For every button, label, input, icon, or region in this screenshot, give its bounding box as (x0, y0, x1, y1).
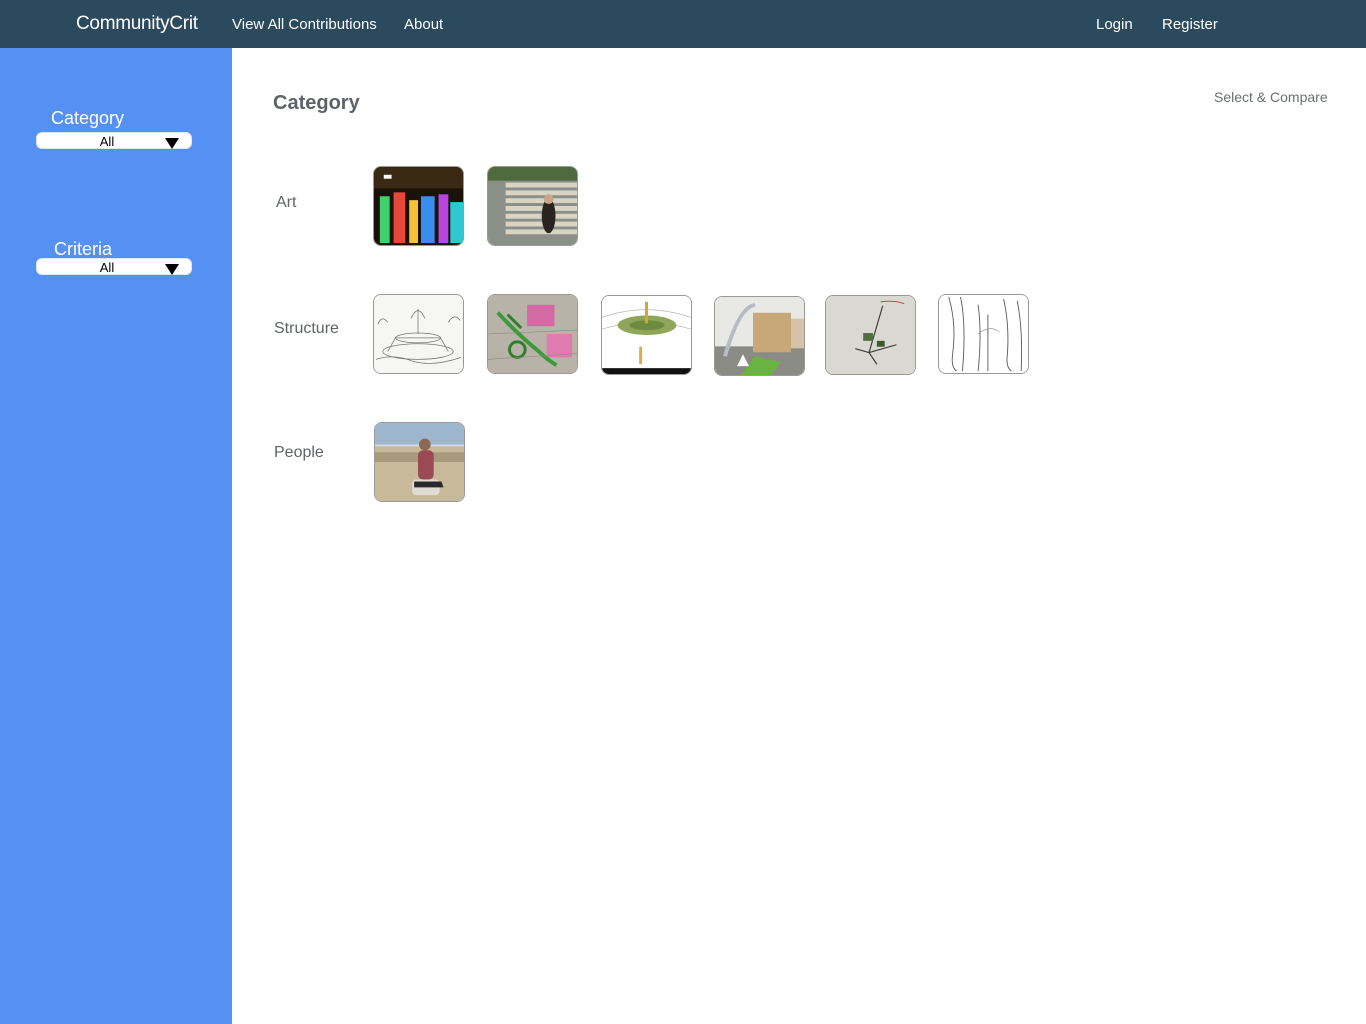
art-thumbnail-light-installation[interactable] (373, 166, 464, 246)
category-row-label-structure: Structure (274, 320, 339, 337)
brand-logo[interactable]: CommunityCrit (76, 13, 198, 35)
nav-register[interactable]: Register (1162, 16, 1218, 33)
structure-thumbnail-site-plan[interactable] (487, 294, 578, 374)
structure-thumbnail-pillars-sketch[interactable] (938, 294, 1029, 374)
criteria-select-value: All (99, 260, 115, 275)
top-navbar: CommunityCrit View All Contributions Abo… (0, 0, 1366, 48)
filter-sidebar: Category All Criteria All (0, 48, 232, 1024)
nav-view-all-contributions[interactable]: View All Contributions (232, 16, 377, 33)
category-row-label-art: Art (276, 194, 297, 211)
structure-thumbnail-island-render[interactable] (601, 295, 692, 375)
structure-thumbnail-model-photo[interactable] (825, 295, 916, 375)
dropdown-caret-icon[interactable] (165, 264, 179, 275)
structure-thumbnail-fountain-sketch[interactable] (373, 294, 464, 374)
structure-thumbnail-arch-render[interactable] (714, 296, 805, 376)
page-title: Category (273, 92, 360, 114)
category-select-value: All (99, 134, 115, 149)
category-row-label-people: People (274, 444, 324, 461)
nav-login[interactable]: Login (1096, 16, 1133, 33)
nav-about[interactable]: About (404, 16, 443, 33)
category-filter-label: Category (51, 108, 125, 128)
select-compare-link[interactable]: Select & Compare (1214, 89, 1328, 105)
category-select[interactable]: All (36, 132, 192, 149)
people-thumbnail-person-sitting[interactable] (374, 422, 465, 502)
art-thumbnail-slatted-wall[interactable] (487, 166, 578, 246)
dropdown-caret-icon[interactable] (165, 138, 179, 149)
criteria-filter-label: Criteria (54, 239, 113, 259)
criteria-select[interactable]: All (36, 258, 192, 275)
